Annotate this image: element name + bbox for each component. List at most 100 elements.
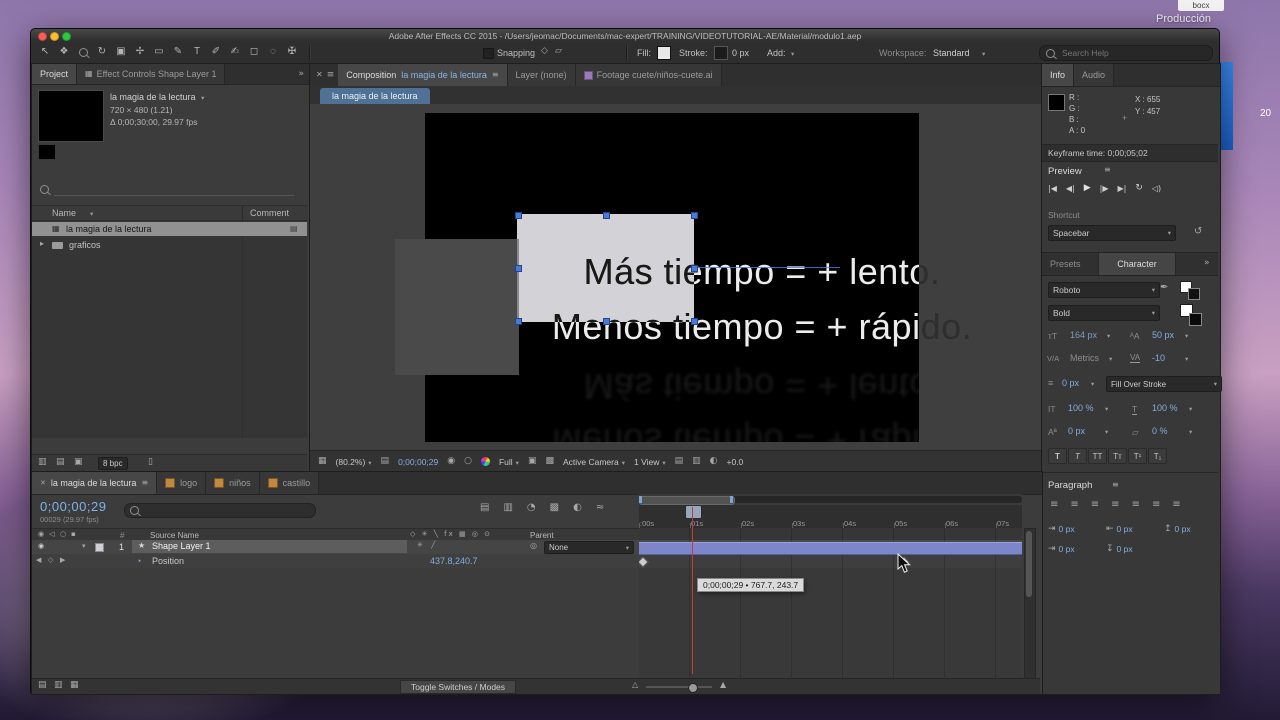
layer-duration-bar[interactable] <box>639 542 1022 555</box>
eraser-tool-icon[interactable]: ◻ <box>246 46 262 59</box>
add-keyframe-icon[interactable]: ◇ <box>48 557 53 564</box>
hand-tool-icon[interactable]: ❖ <box>56 46 72 59</box>
snapshot-icon[interactable]: ◉ <box>447 457 455 466</box>
first-line-indent-field[interactable]: ⇥ 0 px <box>1048 544 1075 554</box>
exposure-value[interactable]: +0.0 <box>727 457 744 467</box>
align-left-icon[interactable]: ≡ <box>1050 500 1058 510</box>
draft-3d-icon[interactable]: ▥ <box>503 503 512 513</box>
layer-row[interactable]: ◉ ▾ 1 ★ Shape Layer 1 ✳ ╱ ◎ None ▾ <box>32 540 639 555</box>
tab-character[interactable]: Character <box>1098 253 1176 275</box>
snap-option2-icon[interactable]: ▱ <box>555 47 562 56</box>
clone-stamp-tool-icon[interactable]: ✍ <box>227 46 243 59</box>
fast-previews-icon[interactable]: ▥ <box>692 457 701 466</box>
timeline-tab-castillo[interactable]: castillo <box>260 472 320 494</box>
workspace-select[interactable]: Standard <box>933 48 970 58</box>
shape-handle-bm[interactable] <box>603 318 610 325</box>
all-caps-button[interactable]: TT <box>1088 448 1107 464</box>
justify-all-icon[interactable]: ≡ <box>1172 500 1180 510</box>
tab-audio[interactable]: Audio <box>1074 64 1114 86</box>
subscript-button[interactable]: T₁ <box>1148 448 1167 464</box>
kerning-value[interactable]: Metrics <box>1070 353 1099 363</box>
shape-handle-tr[interactable] <box>691 212 698 219</box>
tab-presets[interactable]: Presets <box>1050 259 1081 269</box>
shape-handle-mr[interactable] <box>691 265 698 272</box>
preview-menu-icon[interactable]: ≡ <box>1104 166 1111 174</box>
stroke-width-value[interactable]: 0 px <box>732 48 749 58</box>
faux-bold-button[interactable]: T <box>1048 448 1067 464</box>
transparency-grid-icon[interactable]: ▩ <box>545 457 554 466</box>
column-divider[interactable] <box>242 206 243 220</box>
snapping-checkbox[interactable] <box>483 48 494 59</box>
timeline-tab-menu-icon[interactable]: ≡ <box>141 479 148 487</box>
timeline-scrollbar[interactable] <box>1024 528 1036 680</box>
font-style-select[interactable]: Bold ▾ <box>1048 305 1160 321</box>
new-folder-icon[interactable]: ▤ <box>56 458 65 467</box>
current-time-indicator-head[interactable] <box>685 505 702 519</box>
current-timecode[interactable]: 0;00;00;29 <box>40 499 106 514</box>
item-flyout-caret-icon[interactable]: ▾ <box>201 95 204 102</box>
tab-layer[interactable]: Layer (none) <box>508 64 576 86</box>
timeline-tab-ninos[interactable]: niños <box>206 472 260 494</box>
viewer-timecode[interactable]: 0;00;00;29 <box>398 457 438 467</box>
brush-tool-icon[interactable]: ✐ <box>208 46 224 59</box>
shape-handle-tl[interactable] <box>515 212 522 219</box>
first-frame-button[interactable]: |◀ <box>1048 185 1057 193</box>
camera-tool-icon[interactable]: ▣ <box>113 46 129 59</box>
shortcut-select[interactable]: Spacebar ▾ <box>1048 225 1176 241</box>
close-panel-icon[interactable]: ✕ <box>316 71 323 79</box>
view-layout-select[interactable]: 1 View▾ <box>634 457 666 467</box>
selection-tool-icon[interactable]: ↖ <box>37 46 53 59</box>
magnification-select[interactable]: (80.2%)▾ <box>336 457 372 467</box>
layer-name[interactable]: Shape Layer 1 <box>152 541 211 551</box>
timeline-zoom-slider[interactable] <box>646 686 712 688</box>
expand-layer-switches-icon[interactable]: ▤ <box>38 681 47 690</box>
next-keyframe-icon[interactable]: ▶ <box>60 557 65 564</box>
character-overflow-icon[interactable]: » <box>1204 259 1210 268</box>
char-stroke-width-value[interactable]: 0 px <box>1062 378 1079 388</box>
grid-guides-icon[interactable]: ▦ <box>318 457 327 466</box>
kerning-caret-icon[interactable]: ▾ <box>1109 355 1112 363</box>
timeline-zoom-thumb[interactable] <box>688 683 698 693</box>
vertical-scale-caret-icon[interactable]: ▾ <box>1105 405 1108 413</box>
pen-tool-icon[interactable]: ✎ <box>170 46 186 59</box>
tab-composition[interactable]: Composition la magia de la lectura ≡ <box>338 64 507 86</box>
pan-behind-tool-icon[interactable]: ✢ <box>132 46 148 59</box>
tab-footage[interactable]: Footage cuete/niños-cuete.ai <box>576 64 722 86</box>
graph-editor-icon[interactable]: ≈ <box>596 503 604 513</box>
rotation-tool-icon[interactable]: ↻ <box>94 46 110 59</box>
tsume-value[interactable]: 0 % <box>1152 426 1168 436</box>
time-navigator[interactable] <box>639 496 1022 503</box>
tab-info[interactable]: Info <box>1042 64 1074 86</box>
resolution-select[interactable]: Full▾ <box>499 457 519 467</box>
horizontal-scale-value[interactable]: 100 % <box>1152 403 1178 413</box>
parent-select[interactable]: None ▾ <box>544 541 634 554</box>
toggle-switches-modes-button[interactable]: Toggle Switches / Modes <box>400 680 516 694</box>
project-row-comp[interactable]: ▦ la magia de la lectura ▤ <box>32 222 307 236</box>
work-area-start-handle[interactable] <box>639 496 642 503</box>
workspace-caret-icon[interactable]: ▾ <box>982 50 985 58</box>
tracking-value[interactable]: -10 <box>1152 353 1165 363</box>
eyedropper-icon[interactable]: ✒ <box>1160 283 1168 293</box>
text-stroke-mini-swatch[interactable] <box>1188 288 1200 300</box>
play-button[interactable]: ▶ <box>1084 184 1091 193</box>
panel-overflow-icon[interactable]: » <box>298 70 304 79</box>
parent-pickwhip-icon[interactable]: ◎ <box>530 542 537 550</box>
small-caps-button[interactable]: Tᴛ <box>1108 448 1127 464</box>
stroke-width-caret-icon[interactable]: ▾ <box>1091 380 1094 388</box>
lock-column-icon[interactable]: ▪ <box>71 531 76 538</box>
hide-shy-layers-icon[interactable]: ◔ <box>527 503 536 513</box>
audio-column-icon[interactable]: ◁ <box>49 531 54 538</box>
tsume-caret-icon[interactable]: ▾ <box>1189 428 1192 436</box>
tab-effect-controls[interactable]: ▦ Effect Controls Shape Layer 1 <box>77 64 225 84</box>
indent-left-field[interactable]: ⇥ 0 px <box>1048 524 1075 534</box>
selected-shape-rect[interactable] <box>517 214 694 322</box>
indent-right-field[interactable]: ⇤ 0 px <box>1106 524 1133 534</box>
align-center-icon[interactable]: ≡ <box>1070 500 1078 510</box>
justify-last-center-icon[interactable]: ≡ <box>1132 500 1140 510</box>
project-row-folder[interactable]: ▸ graficos <box>32 238 307 252</box>
timeline-search-box[interactable] <box>124 503 316 518</box>
timeline-scrollbar-thumb[interactable] <box>1026 531 1032 597</box>
playhead-line[interactable] <box>692 507 693 674</box>
indent-right-value[interactable]: 0 px <box>1117 524 1133 534</box>
indent-left-value[interactable]: 0 px <box>1059 524 1075 534</box>
